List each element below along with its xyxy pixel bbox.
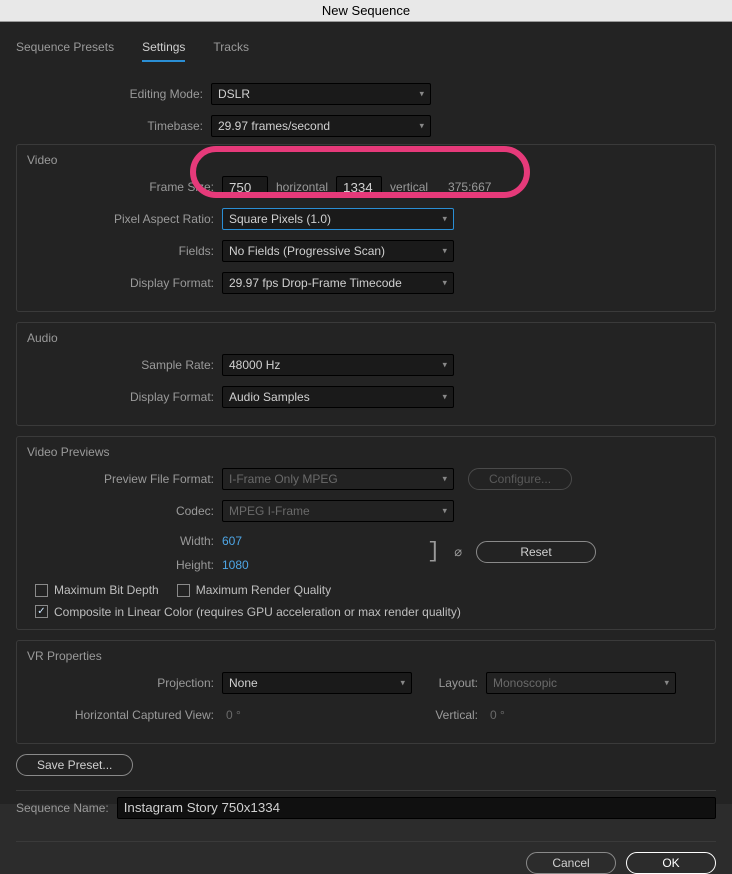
dialog-footer: Cancel OK xyxy=(16,841,716,874)
chevron-down-icon: ▾ xyxy=(419,89,424,100)
reset-button[interactable]: Reset xyxy=(476,541,596,563)
chevron-down-icon: ▾ xyxy=(442,214,447,225)
max-bit-depth-label: Maximum Bit Depth xyxy=(54,583,159,597)
tab-bar: Sequence Presets Settings Tracks xyxy=(16,40,716,62)
fields-label: Fields: xyxy=(27,244,222,258)
audio-display-format-value: Audio Samples xyxy=(229,390,310,404)
frame-size-label: Frame Size: xyxy=(27,180,222,194)
preview-width-label: Width: xyxy=(27,534,222,548)
cancel-button[interactable]: Cancel xyxy=(526,852,616,874)
audio-display-format-label: Display Format: xyxy=(27,390,222,404)
audio-display-format-dropdown[interactable]: Audio Samples ▾ xyxy=(222,386,454,408)
video-heading: Video xyxy=(27,153,705,167)
frame-height-input[interactable] xyxy=(336,176,382,198)
timebase-value: 29.97 frames/second xyxy=(218,119,330,133)
tab-tracks[interactable]: Tracks xyxy=(213,40,249,62)
max-bit-depth-checkbox[interactable]: Maximum Bit Depth xyxy=(35,583,159,597)
vr-vertical-label: Vertical: xyxy=(426,708,486,722)
horizontal-label: horizontal xyxy=(268,180,336,194)
codec-label: Codec: xyxy=(27,504,222,518)
sequence-name-label: Sequence Name: xyxy=(16,801,109,815)
layout-dropdown: Monoscopic ▾ xyxy=(486,672,676,694)
link-icon[interactable]: ⌀ xyxy=(454,544,462,560)
fields-value: No Fields (Progressive Scan) xyxy=(229,244,385,258)
configure-button: Configure... xyxy=(468,468,572,490)
checkbox-icon xyxy=(35,584,48,597)
max-render-quality-label: Maximum Render Quality xyxy=(196,583,331,597)
vr-heading: VR Properties xyxy=(27,649,705,663)
codec-value: MPEG I-Frame xyxy=(229,504,310,518)
tab-settings[interactable]: Settings xyxy=(142,40,185,62)
sample-rate-label: Sample Rate: xyxy=(27,358,222,372)
pixel-aspect-value: Square Pixels (1.0) xyxy=(229,212,331,226)
video-panel: Video Frame Size: horizontal vertical 37… xyxy=(16,144,716,312)
preview-file-format-label: Preview File Format: xyxy=(27,472,222,486)
layout-label: Layout: xyxy=(426,676,486,690)
audio-heading: Audio xyxy=(27,331,705,345)
vertical-label: vertical xyxy=(382,180,436,194)
new-sequence-dialog: Sequence Presets Settings Tracks Editing… xyxy=(0,22,732,804)
hcv-label: Horizontal Captured View: xyxy=(27,708,222,722)
window-titlebar: New Sequence xyxy=(0,0,732,22)
video-display-format-label: Display Format: xyxy=(27,276,222,290)
vr-properties-panel: VR Properties Projection: None ▾ Layout:… xyxy=(16,640,716,744)
checkbox-icon xyxy=(177,584,190,597)
audio-panel: Audio Sample Rate: 48000 Hz ▾ Display Fo… xyxy=(16,322,716,426)
hcv-value: 0 ° xyxy=(222,708,412,722)
vr-vertical-value: 0 ° xyxy=(486,708,505,722)
editing-mode-label: Editing Mode: xyxy=(16,87,211,101)
chevron-down-icon: ▾ xyxy=(442,246,447,257)
max-render-quality-checkbox[interactable]: Maximum Render Quality xyxy=(177,583,331,597)
composite-linear-checkbox[interactable]: ✓ Composite in Linear Color (requires GP… xyxy=(35,605,461,619)
projection-dropdown[interactable]: None ▾ xyxy=(222,672,412,694)
composite-linear-label: Composite in Linear Color (requires GPU … xyxy=(54,605,461,619)
timebase-dropdown[interactable]: 29.97 frames/second ▾ xyxy=(211,115,431,137)
preview-file-format-dropdown: I-Frame Only MPEG ▾ xyxy=(222,468,454,490)
pixel-aspect-label: Pixel Aspect Ratio: xyxy=(27,212,222,226)
chevron-down-icon: ▾ xyxy=(419,121,424,132)
checkbox-checked-icon: ✓ xyxy=(35,605,48,618)
editing-mode-value: DSLR xyxy=(218,87,250,101)
video-display-format-dropdown[interactable]: 29.97 fps Drop-Frame Timecode ▾ xyxy=(222,272,454,294)
aspect-ratio-label: 375:667 xyxy=(440,180,499,194)
chevron-down-icon: ▾ xyxy=(442,392,447,403)
chevron-down-icon: ▾ xyxy=(664,677,669,688)
sample-rate-value: 48000 Hz xyxy=(229,358,280,372)
chevron-down-icon: ▾ xyxy=(442,278,447,289)
bracket-icon: ] xyxy=(427,543,440,561)
preview-height-label: Height: xyxy=(27,558,222,572)
tab-sequence-presets[interactable]: Sequence Presets xyxy=(16,40,114,62)
ok-button[interactable]: OK xyxy=(626,852,716,874)
chevron-down-icon: ▾ xyxy=(442,474,447,485)
preview-file-format-value: I-Frame Only MPEG xyxy=(229,472,338,486)
codec-dropdown: MPEG I-Frame ▾ xyxy=(222,500,454,522)
preview-height-value[interactable]: 1080 xyxy=(222,558,282,572)
fields-dropdown[interactable]: No Fields (Progressive Scan) ▾ xyxy=(222,240,454,262)
preview-width-value[interactable]: 607 xyxy=(222,534,282,548)
save-preset-button[interactable]: Save Preset... xyxy=(16,754,133,776)
sequence-name-input[interactable] xyxy=(117,797,716,819)
timebase-label: Timebase: xyxy=(16,119,211,133)
video-previews-heading: Video Previews xyxy=(27,445,705,459)
chevron-down-icon: ▾ xyxy=(400,677,405,688)
frame-width-input[interactable] xyxy=(222,176,268,198)
chevron-down-icon: ▾ xyxy=(442,360,447,371)
projection-label: Projection: xyxy=(27,676,222,690)
sample-rate-dropdown[interactable]: 48000 Hz ▾ xyxy=(222,354,454,376)
video-previews-panel: Video Previews Preview File Format: I-Fr… xyxy=(16,436,716,630)
editing-mode-dropdown[interactable]: DSLR ▾ xyxy=(211,83,431,105)
layout-value: Monoscopic xyxy=(493,676,557,690)
projection-value: None xyxy=(229,676,258,690)
video-display-format-value: 29.97 fps Drop-Frame Timecode xyxy=(229,276,402,290)
pixel-aspect-dropdown[interactable]: Square Pixels (1.0) ▾ xyxy=(222,208,454,230)
chevron-down-icon: ▾ xyxy=(442,506,447,517)
